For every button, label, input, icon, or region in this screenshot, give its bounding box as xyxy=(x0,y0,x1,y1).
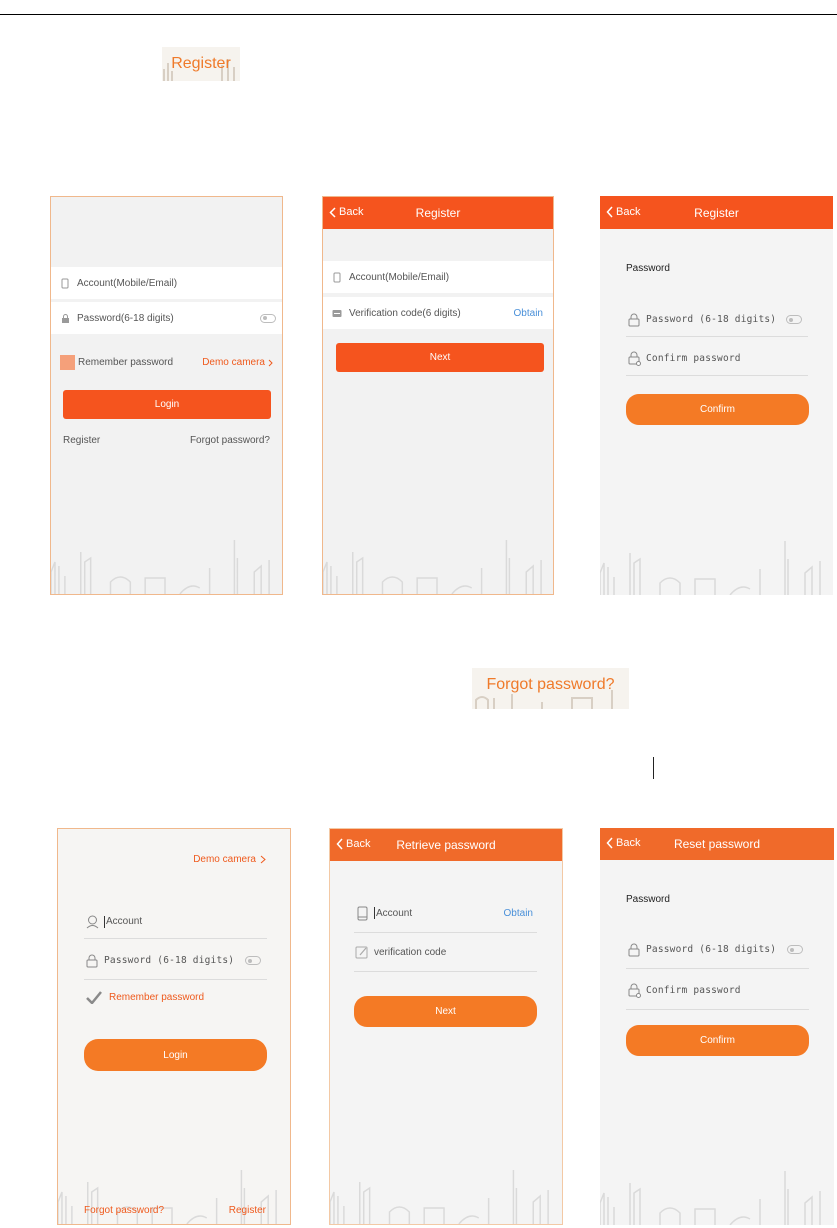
text-cursor xyxy=(374,907,375,919)
eye-toggle-icon[interactable] xyxy=(787,945,803,954)
register-title: Register xyxy=(694,206,739,220)
lock-icon xyxy=(626,313,642,327)
login-screen-v2: Demo camera Account Password (6-18 digit… xyxy=(57,828,291,1225)
confirm-password-field[interactable]: Confirm password xyxy=(626,342,808,376)
skyline-illustration xyxy=(330,1170,549,1224)
demo-camera-label: Demo camera xyxy=(202,357,265,368)
next-button-label: Next xyxy=(435,1006,456,1017)
next-button[interactable]: Next xyxy=(336,343,544,372)
phone-icon xyxy=(354,906,370,921)
eye-toggle-icon[interactable] xyxy=(260,313,276,323)
login-button-label: Login xyxy=(163,1049,188,1061)
login-button[interactable]: Login xyxy=(84,1039,267,1071)
verification-placeholder: Verification code(6 digits) xyxy=(349,307,461,319)
register-screen-v1: Back Register Account(Mobile/Email) Veri… xyxy=(322,196,554,595)
phone-icon xyxy=(329,272,345,283)
confirm-button[interactable]: Confirm xyxy=(626,1025,809,1056)
account-placeholder: Account(Mobile/Email) xyxy=(77,277,178,289)
login-screen-v1: Account(Mobile/Email) Password(6-18 digi… xyxy=(50,196,283,595)
confirm-password-placeholder: Confirm password xyxy=(646,985,741,996)
lock-confirm-icon xyxy=(626,983,642,998)
register-callout-text: Register xyxy=(171,55,231,72)
account-placeholder: Account xyxy=(106,916,143,927)
lock-icon xyxy=(57,313,73,324)
pencil-icon xyxy=(354,945,370,959)
register-title: Register xyxy=(415,206,461,220)
forgot-password-link[interactable]: Forgot password? xyxy=(84,1205,164,1216)
confirm-button-label: Confirm xyxy=(699,404,735,415)
forgot-callout-text: Forgot password? xyxy=(486,675,615,693)
retrieve-password-screen: Back Retrieve password Account Obtain ve… xyxy=(329,828,563,1225)
eye-toggle-icon[interactable] xyxy=(786,315,802,324)
phone-icon xyxy=(57,278,73,289)
account-placeholder: Account(Mobile/Email) xyxy=(349,271,450,283)
confirm-password-placeholder: Confirm password xyxy=(646,353,741,364)
password-placeholder: Password (6-18 digits) xyxy=(646,944,777,955)
remember-label: Remember password xyxy=(109,992,205,1003)
reset-title: Reset password xyxy=(673,837,761,851)
register-link[interactable]: Register xyxy=(229,1205,266,1216)
account-placeholder: Account xyxy=(376,907,413,919)
skyline-illustration xyxy=(51,540,270,594)
retrieve-appbar: Back Retrieve password xyxy=(330,829,562,861)
lock-icon xyxy=(626,943,642,957)
obtain-button[interactable]: Obtain xyxy=(514,308,543,319)
demo-camera-label: Demo camera xyxy=(193,854,256,865)
next-button[interactable]: Next xyxy=(354,996,537,1027)
login-button-label: Login xyxy=(154,399,180,410)
demo-camera-link[interactable]: Demo camera xyxy=(202,357,273,368)
next-button-label: Next xyxy=(429,352,451,363)
remember-row[interactable]: Remember password xyxy=(60,355,173,370)
account-field[interactable]: Account(Mobile/Email) xyxy=(51,267,282,299)
password-field[interactable]: Password (6-18 digits) xyxy=(626,931,809,969)
password-field[interactable]: Password(6-18 digits) xyxy=(51,302,282,334)
remember-row[interactable]: Remember password xyxy=(86,991,204,1004)
reset-appbar: Back Reset password xyxy=(600,828,834,860)
password-placeholder: Password (6-18 digits) xyxy=(104,955,235,966)
user-icon xyxy=(84,915,100,929)
message-icon xyxy=(329,309,345,318)
password-section-label: Password xyxy=(626,263,670,274)
account-field[interactable]: Account Obtain xyxy=(354,894,537,933)
confirm-password-field[interactable]: Confirm password xyxy=(626,972,809,1010)
skyline-illustration xyxy=(600,1171,821,1225)
text-cursor xyxy=(104,915,105,928)
password-section-label: Password xyxy=(626,894,670,905)
remember-checkbox[interactable] xyxy=(60,355,75,370)
confirm-button[interactable]: Confirm xyxy=(626,394,809,425)
obtain-button[interactable]: Obtain xyxy=(504,908,533,919)
page-top-rule xyxy=(0,14,837,15)
register-appbar: Back Register xyxy=(323,197,553,229)
login-button[interactable]: Login xyxy=(63,390,271,419)
account-field[interactable]: Account(Mobile/Email) xyxy=(323,261,553,293)
verification-field[interactable]: Verification code(6 digits) Obtain xyxy=(323,297,553,329)
register-password-screen: Back Register Password Password (6-18 di… xyxy=(600,196,833,595)
skyline-illustration xyxy=(323,540,542,594)
text-cursor-mark xyxy=(653,757,654,779)
verification-field[interactable]: verification code xyxy=(354,933,537,972)
register-callout: Register xyxy=(162,47,240,81)
retrieve-title: Retrieve password xyxy=(396,838,496,852)
demo-camera-link[interactable]: Demo camera xyxy=(193,854,266,865)
password-placeholder: Password (6-18 digits) xyxy=(646,314,777,325)
reset-password-screen: Back Reset password Password Password (6… xyxy=(600,828,834,1225)
chevron-right-icon xyxy=(260,855,266,864)
password-field[interactable]: Password (6-18 digits) xyxy=(626,303,808,337)
forgot-password-link[interactable]: Forgot password? xyxy=(190,435,270,446)
skyline-illustration xyxy=(600,541,821,595)
password-placeholder: Password(6-18 digits) xyxy=(77,312,174,324)
chevron-right-icon xyxy=(268,359,273,366)
remember-label: Remember password xyxy=(78,357,174,368)
forgot-password-callout: Forgot password? xyxy=(472,668,629,709)
check-icon[interactable] xyxy=(86,991,102,1004)
verification-placeholder: verification code xyxy=(374,946,447,958)
eye-toggle-icon[interactable] xyxy=(245,956,261,965)
confirm-button-label: Confirm xyxy=(699,1035,735,1046)
lock-icon xyxy=(84,954,100,968)
password-field[interactable]: Password (6-18 digits) xyxy=(84,942,267,980)
account-field[interactable]: Account xyxy=(84,905,267,939)
register-appbar: Back Register xyxy=(600,196,833,229)
register-link[interactable]: Register xyxy=(63,435,100,446)
lock-confirm-icon xyxy=(626,351,642,366)
